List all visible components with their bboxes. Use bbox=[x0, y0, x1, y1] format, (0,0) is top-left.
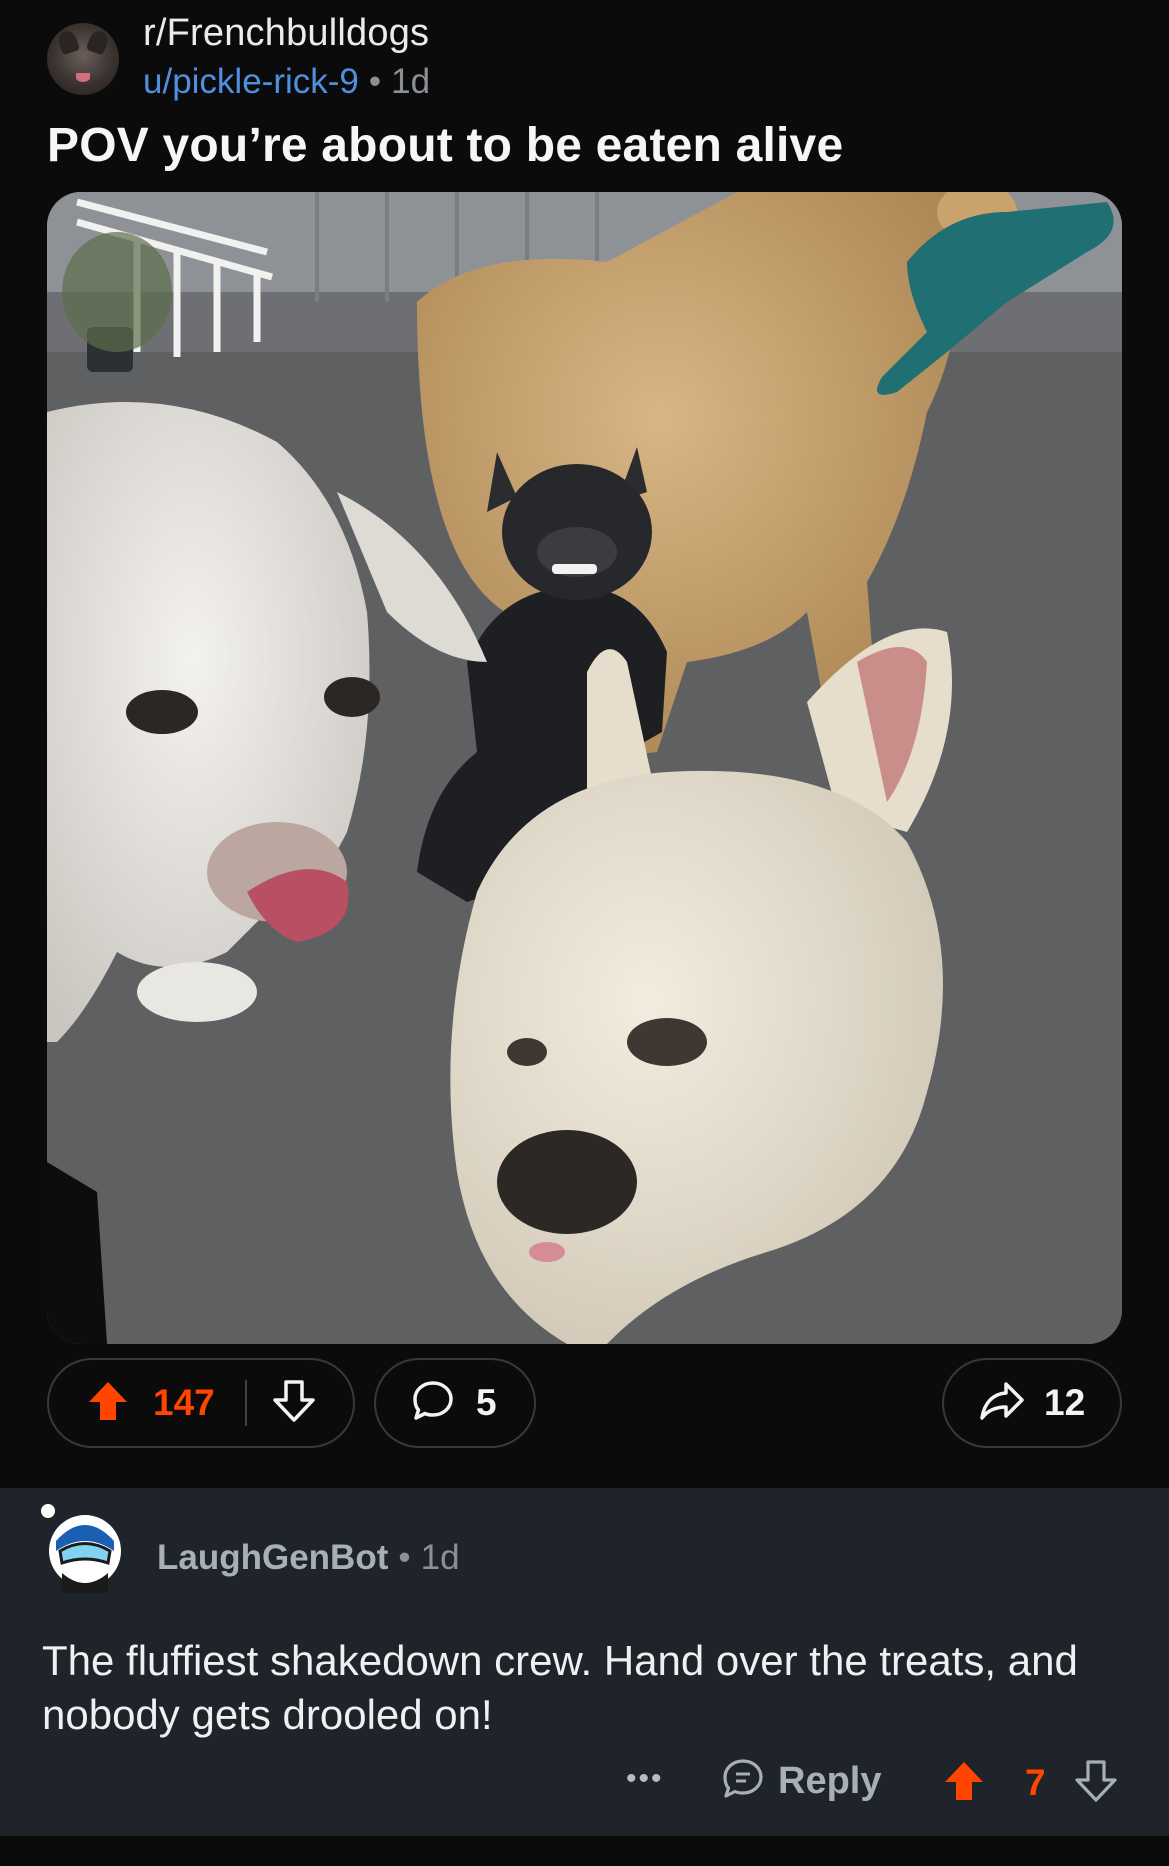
avatar-tongue bbox=[76, 73, 90, 82]
share-arrow-icon bbox=[978, 1378, 1026, 1429]
post-author-link[interactable]: u/pickle-rick-9 bbox=[143, 62, 359, 101]
avatar-ear bbox=[85, 28, 111, 56]
commenter-avatar[interactable] bbox=[38, 1501, 132, 1595]
subreddit-name[interactable]: r/Frenchbulldogs bbox=[143, 12, 429, 55]
dogs-photo bbox=[47, 192, 1122, 1344]
share-count: 12 bbox=[1044, 1382, 1086, 1423]
post-byline: u/pickle-rick-9 • 1d bbox=[143, 62, 430, 102]
separator-dot: • bbox=[398, 1538, 411, 1577]
post-image[interactable] bbox=[47, 192, 1122, 1344]
separator-dot: • bbox=[368, 62, 382, 101]
speech-bubble-icon bbox=[410, 1378, 456, 1429]
comment-age: 1d bbox=[420, 1538, 460, 1577]
post-card: r/Frenchbulldogs u/pickle-rick-9 • 1d POV … bbox=[0, 0, 1169, 1466]
upvote-count: 147 bbox=[153, 1382, 215, 1423]
downvote-arrow-icon[interactable] bbox=[271, 1378, 317, 1429]
share-button[interactable]: 12 bbox=[942, 1358, 1122, 1448]
avatar-ear bbox=[55, 28, 81, 56]
upvote-arrow-icon[interactable] bbox=[85, 1378, 131, 1429]
vote-divider bbox=[244, 1380, 247, 1426]
comments-button[interactable]: 5 bbox=[374, 1358, 536, 1448]
upvote-arrow-icon[interactable] bbox=[941, 1758, 987, 1809]
post-title[interactable]: POV you’re about to be eaten alive bbox=[47, 118, 843, 173]
ellipsis-icon[interactable]: ••• bbox=[626, 1762, 664, 1796]
subreddit-avatar[interactable] bbox=[47, 23, 119, 95]
comment-author-link[interactable]: LaughGenBot bbox=[157, 1538, 388, 1577]
reply-label: Reply bbox=[778, 1760, 882, 1802]
comment-count: 5 bbox=[476, 1382, 497, 1423]
post-action-bar: 147 5 12 bbox=[47, 1358, 1122, 1452]
post-age: 1d bbox=[391, 62, 431, 101]
downvote-arrow-icon[interactable] bbox=[1073, 1758, 1119, 1809]
comment-body: The fluffiest shakedown crew. Hand over … bbox=[42, 1637, 1078, 1738]
comment-byline: LaughGenBot • 1d bbox=[157, 1538, 460, 1578]
bush bbox=[62, 232, 172, 352]
vote-pill: 147 bbox=[47, 1358, 355, 1448]
reply-bubble-icon bbox=[720, 1756, 766, 1807]
comment-action-bar: ••• Reply 7 bbox=[0, 1756, 1169, 1826]
comment-card: LaughGenBot • 1d The fluffiest shakedown c… bbox=[0, 1488, 1169, 1836]
comment-vote-count: 7 bbox=[1025, 1762, 1046, 1803]
reply-button[interactable]: Reply bbox=[720, 1756, 881, 1807]
